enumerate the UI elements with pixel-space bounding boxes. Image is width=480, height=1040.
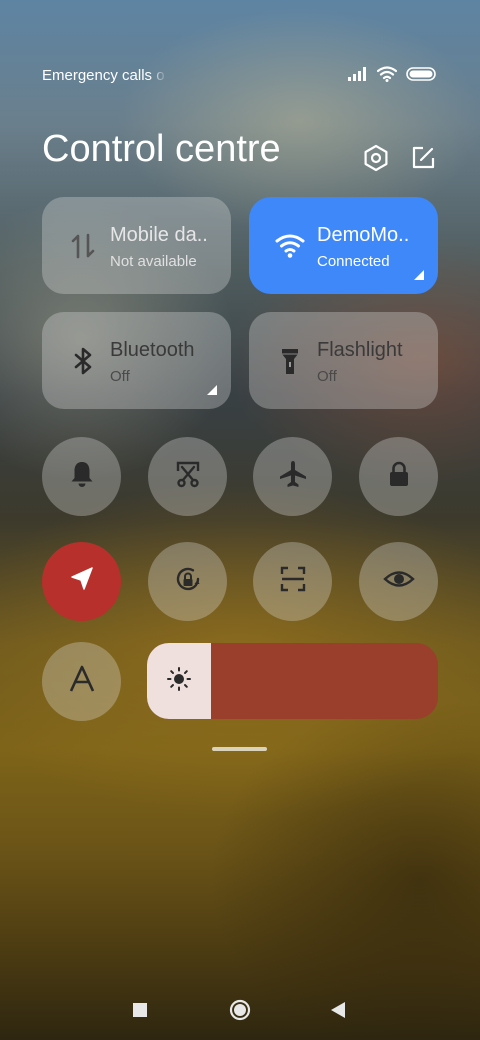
font-size-toggle[interactable] <box>42 642 121 721</box>
bluetooth-label: Bluetooth <box>110 339 195 361</box>
scanner-toggle[interactable] <box>253 542 332 621</box>
wifi-status: Connected <box>317 253 390 270</box>
scissors-icon <box>173 459 203 494</box>
lock-screen-toggle[interactable] <box>359 437 438 516</box>
lock-icon <box>384 459 414 494</box>
page-title: Control centre <box>42 128 281 170</box>
navigation-bar <box>0 980 480 1040</box>
screenshot-toggle[interactable] <box>148 437 227 516</box>
font-a-icon <box>67 664 97 699</box>
expand-corner-icon[interactable] <box>414 270 424 280</box>
airplane-mode-toggle[interactable] <box>253 437 332 516</box>
rotation-lock-toggle[interactable] <box>148 542 227 621</box>
status-icons <box>348 66 436 87</box>
status-text: Emergency calls o <box>42 67 165 84</box>
ring-toggle[interactable] <box>42 437 121 516</box>
brightness-fill <box>147 643 211 719</box>
signal-icon <box>348 67 368 86</box>
status-bar: Emergency calls o <box>42 64 436 88</box>
rotation-lock-icon <box>172 563 204 600</box>
wifi-label: DemoMo.. <box>317 224 410 246</box>
flashlight-label: Flashlight <box>317 339 403 361</box>
flashlight-status: Off <box>317 368 337 385</box>
mobile-data-label: Mobile da.. <box>110 224 208 246</box>
edit-icon[interactable] <box>409 144 437 172</box>
home-button[interactable] <box>220 990 260 1030</box>
airplane-icon <box>278 459 308 494</box>
back-button[interactable] <box>318 990 358 1030</box>
home-indicator[interactable] <box>212 747 267 751</box>
flashlight-icon <box>275 346 305 376</box>
sun-icon <box>166 666 192 697</box>
wifi-tile[interactable]: DemoMo.. Connected <box>249 197 438 294</box>
mobile-data-status: Not available <box>110 253 197 270</box>
wifi-icon <box>275 231 305 261</box>
bluetooth-tile[interactable]: Bluetooth Off <box>42 312 231 409</box>
mobile-data-icon <box>68 231 98 261</box>
location-toggle[interactable] <box>42 542 121 621</box>
battery-icon <box>406 67 436 86</box>
settings-icon[interactable] <box>362 144 390 172</box>
mobile-data-tile[interactable]: Mobile da.. Not available <box>42 197 231 294</box>
eye-icon <box>382 564 415 599</box>
bluetooth-status: Off <box>110 368 130 385</box>
flashlight-tile[interactable]: Flashlight Off <box>249 312 438 409</box>
bell-icon <box>67 459 97 494</box>
recents-button[interactable] <box>120 990 160 1030</box>
location-arrow-icon <box>67 564 97 599</box>
reading-mode-toggle[interactable] <box>359 542 438 621</box>
brightness-slider[interactable] <box>147 643 438 719</box>
bluetooth-icon <box>68 346 98 376</box>
wifi-icon <box>376 66 398 87</box>
scan-icon <box>278 564 308 599</box>
expand-corner-icon[interactable] <box>207 385 217 395</box>
